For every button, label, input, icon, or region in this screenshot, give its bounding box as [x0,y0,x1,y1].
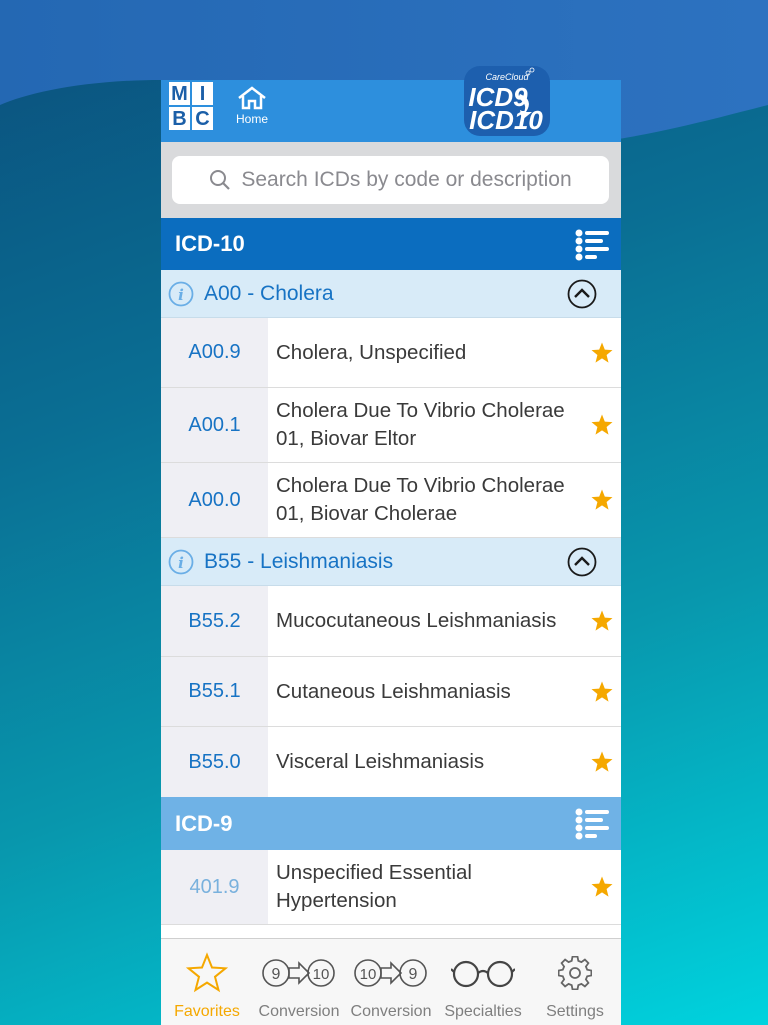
search-area: Search ICDs by code or description [161,142,621,218]
mibc-logo: M I B C [169,82,213,130]
description-cell: Cholera Due To Vibrio Cholerae 01, Biova… [276,463,576,537]
tab-label: Conversion [258,1003,340,1020]
description-line: Cholera Due To Vibrio Cholerae [276,474,565,497]
code-row[interactable]: B55.0 Visceral Leishmaniasis [161,727,621,797]
star-icon[interactable] [590,609,614,633]
home-label: Home [235,112,268,126]
icd10-to-icd9-icon: 10 9 [354,959,427,987]
description-line: Cutaneous Leishmaniasis [276,679,511,703]
tab-conversion-10-to-9[interactable]: 10 9 Conversion [345,939,437,1025]
list-view-icon[interactable] [575,228,611,262]
carecloud-icd-logo: CareCloud ICD9 ICD10 [464,66,550,136]
group-title: B55 - Leishmaniasis [204,549,394,573]
code-row[interactable]: A00.9 Cholera, Unspecified [161,318,621,388]
description-line: Unspecified Essential [276,861,472,884]
search-placeholder: Search ICDs by code or description [241,168,572,191]
code-cell: B55.0 [161,727,268,797]
code-cell: B55.1 [161,657,268,726]
search-icon [210,170,231,190]
description-line: Visceral Leishmaniasis [276,750,485,773]
svg-text:9: 9 [272,966,281,983]
svg-text:i: i [178,554,184,572]
star-icon[interactable] [590,875,614,899]
tab-label: Settings [546,1003,604,1020]
star-icon[interactable] [590,750,614,774]
svg-text:ICD10: ICD10 [469,105,543,135]
svg-text:10: 10 [313,966,330,983]
tab-bar: Favorites 9 10 Conversion 10 9 Conversio… [161,938,621,1025]
svg-text:i: i [178,286,184,304]
group-header-a00[interactable]: i A00 - Cholera [161,270,621,318]
chevron-up-icon[interactable] [567,547,597,577]
description-line: Cholera, Unspecified [276,340,467,364]
logo-letter: I [192,82,213,105]
description-cell: Mucocutaneous Leishmaniasis [276,586,576,656]
description-line: Hypertension [276,889,397,912]
tab-specialties[interactable]: Specialties [437,939,529,1025]
code-row[interactable]: 401.9 Unspecified Essential Hypertension [161,850,621,925]
star-icon[interactable] [590,488,614,512]
code-cell: A00.9 [161,318,268,387]
code-row[interactable]: A00.1 Cholera Due To Vibrio Cholerae 01,… [161,388,621,463]
star-icon[interactable] [590,680,614,704]
svg-text:10: 10 [360,966,377,983]
tab-label: Favorites [174,1003,240,1020]
logo-letter: C [192,107,213,130]
description-line: 01, Biovar Eltor [276,427,417,450]
section-header-icd9: ICD-9 [161,797,621,850]
info-icon[interactable]: i [168,281,194,307]
list-view-icon[interactable] [575,807,611,841]
description-cell: Visceral Leishmaniasis [276,727,576,797]
navigation-bar: M I B C Home [161,80,621,142]
description-cell: Cholera, Unspecified [276,318,576,387]
svg-text:9: 9 [409,966,418,983]
search-input[interactable]: Search ICDs by code or description [172,156,609,204]
star-outline-icon [186,952,228,993]
code-cell: A00.1 [161,388,268,462]
section-title: ICD-9 [175,810,233,836]
gear-icon [558,956,592,990]
logo-letter: B [169,107,190,130]
group-title: A00 - Cholera [204,281,334,305]
section-header-icd10: ICD-10 [161,218,621,270]
section-title: ICD-10 [175,231,245,256]
logo-letter: M [169,82,190,105]
code-cell: A00.0 [161,463,268,537]
code-row[interactable]: B55.1 Cutaneous Leishmaniasis [161,657,621,727]
home-button[interactable]: Home [227,86,277,136]
group-header-b55[interactable]: i B55 - Leishmaniasis [161,538,621,586]
description-line: Mucocutaneous Leishmaniasis [276,609,557,632]
phone-screen: M I B C Home Search ICDs by code or desc… [161,80,621,1025]
home-icon [238,86,266,110]
code-cell: B55.2 [161,586,268,656]
code-row[interactable]: A00.0 Cholera Due To Vibrio Cholerae 01,… [161,463,621,538]
code-row[interactable]: B55.2 Mucocutaneous Leishmaniasis [161,586,621,657]
description-line: 01, Biovar Cholerae [276,502,458,525]
star-icon[interactable] [590,413,614,437]
description-cell: Cutaneous Leishmaniasis [276,657,576,726]
info-icon[interactable]: i [168,549,194,575]
svg-text:CareCloud: CareCloud [485,72,529,82]
description-cell: Cholera Due To Vibrio Cholerae 01, Biova… [276,388,576,462]
code-cell: 401.9 [161,850,268,924]
glasses-icon [451,960,515,988]
icd9-to-icd10-icon: 9 10 [262,959,335,987]
tab-label: Conversion [350,1003,432,1020]
tab-label: Specialties [444,1003,522,1020]
tab-conversion-9-to-10[interactable]: 9 10 Conversion [253,939,345,1025]
tab-settings[interactable]: Settings [529,939,621,1025]
chevron-up-icon[interactable] [567,279,597,309]
description-cell: Unspecified Essential Hypertension [276,850,576,924]
tab-favorites[interactable]: Favorites [161,939,253,1025]
star-icon[interactable] [590,341,614,365]
description-line: Cholera Due To Vibrio Cholerae [276,399,565,422]
